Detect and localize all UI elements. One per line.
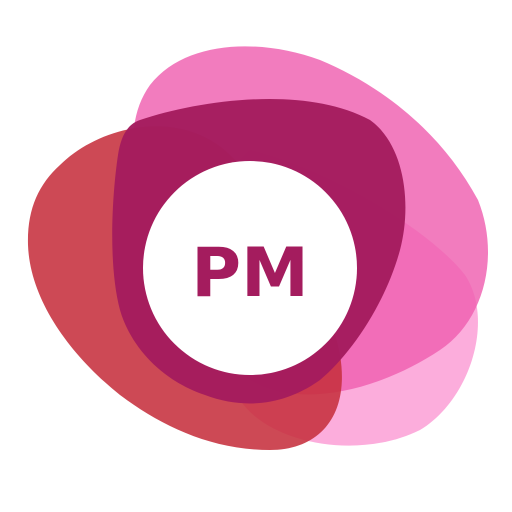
app-logo: PM: [0, 0, 512, 512]
logo-graphic: PM: [27, 46, 489, 450]
monogram-text: PM: [191, 234, 309, 313]
